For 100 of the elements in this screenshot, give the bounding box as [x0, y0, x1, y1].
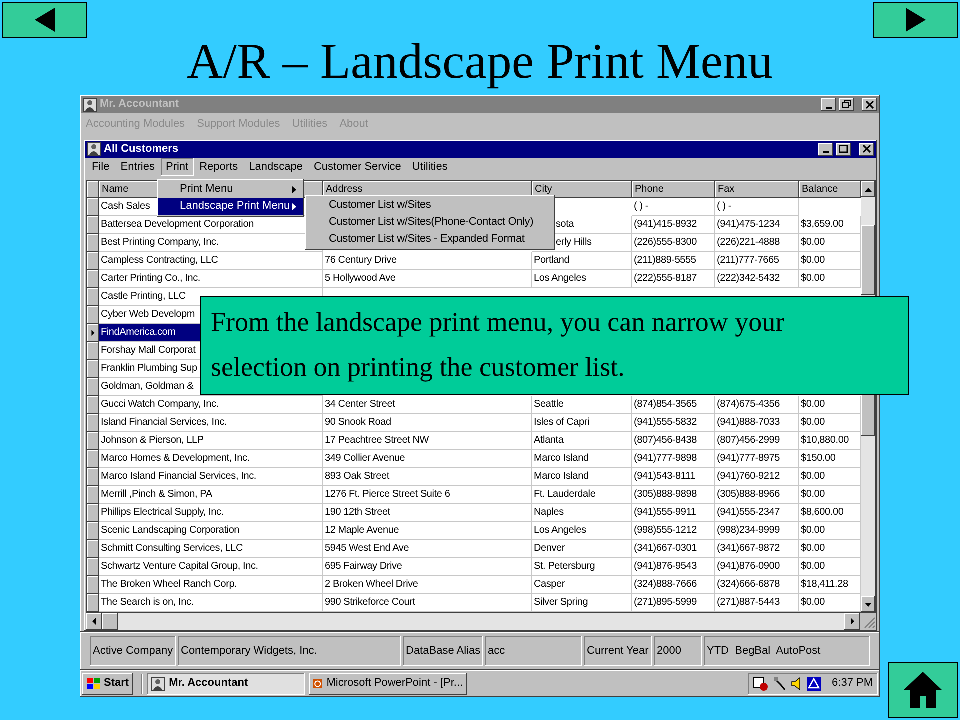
menu-item[interactable]: Utilities — [407, 158, 453, 176]
table-cell: St. Petersburg — [532, 558, 632, 576]
table-cell: (226)555-8300 — [632, 234, 715, 252]
table-cell: The Search is on, Inc. — [99, 594, 323, 612]
table-cell: Los Angeles — [532, 522, 632, 540]
table-cell: (305)888-8966 — [715, 486, 799, 504]
table-cell: 12 Maple Avenue — [323, 522, 532, 540]
column-header[interactable]: Balance — [799, 181, 861, 198]
table-cell: (271)887-5443 — [715, 594, 799, 612]
status-panel: DataBase Alias — [403, 636, 483, 666]
table-cell: $0.00 — [799, 252, 861, 270]
table-cell: (941)888-7033 — [715, 414, 799, 432]
table-cell: ( ) - — [715, 198, 799, 216]
table-cell: (941)760-9212 — [715, 468, 799, 486]
table-cell: Los Angeles — [532, 270, 632, 288]
table-cell: Marco Island Financial Services, Inc. — [99, 468, 323, 486]
table-cell: $18,411.28 — [799, 576, 861, 594]
status-panel: Current Year — [584, 636, 652, 666]
start-button[interactable]: Start — [82, 672, 134, 694]
table-cell: (271)895-5999 — [632, 594, 715, 612]
menu-item[interactable]: Entries — [116, 158, 160, 176]
table-cell: (222)342-5432 — [715, 270, 799, 288]
table-cell: 190 12th Street — [323, 504, 532, 522]
menu-item[interactable]: Customer Service — [308, 158, 406, 176]
table-cell: (941)876-9543 — [632, 558, 715, 576]
menu-item[interactable]: Landscape — [244, 158, 308, 176]
callout-tooltip: From the landscape print menu, you can narrow your selection on printing the customer list. — [200, 296, 909, 395]
table-cell: $0.00 — [799, 468, 861, 486]
table-cell: (998)555-1212 — [632, 522, 715, 540]
table-cell: $0.00 — [799, 270, 861, 288]
table-cell: $3,659.00 — [799, 216, 861, 234]
table-cell: Phillips Electrical Supply, Inc. — [99, 504, 323, 522]
table-cell: (874)854-3565 — [632, 396, 715, 414]
taskbar-button[interactable]: Mr. Accountant — [147, 672, 306, 694]
column-header[interactable]: Phone — [632, 181, 715, 198]
table-cell: (341)667-0301 — [632, 540, 715, 558]
table-cell: $0.00 — [799, 486, 861, 504]
table-cell: $150.00 — [799, 450, 861, 468]
table-cell: (324)888-7666 — [632, 576, 715, 594]
status-panel: acc — [485, 636, 582, 666]
table-cell: (941)555-9911 — [632, 504, 715, 522]
table-cell: 990 Strikeforce Court — [323, 594, 532, 612]
table-cell: (941)876-0900 — [715, 558, 799, 576]
table-cell: Seattle — [532, 396, 632, 414]
table-cell: $0.00 — [799, 540, 861, 558]
table-cell: 90 Snook Road — [323, 414, 532, 432]
status-panel: Contemporary Widgets, Inc. — [178, 636, 401, 666]
table-cell: 5 Hollywood Ave — [323, 270, 532, 288]
table-cell: (941)475-1234 — [715, 216, 799, 234]
status-panel: YTD BegBal AutoPost — [704, 636, 870, 666]
table-cell: 2 Broken Wheel Drive — [323, 576, 532, 594]
table-cell: Marco Island — [532, 450, 632, 468]
table-cell: 349 Collier Avenue — [323, 450, 532, 468]
status-panel: 2000 — [654, 636, 702, 666]
table-cell: Isles of Capri — [532, 414, 632, 432]
table-cell: 1276 Ft. Pierce Street Suite 6 — [323, 486, 532, 504]
table-cell: Marco Homes & Development, Inc. — [99, 450, 323, 468]
table-cell: (211)777-7665 — [715, 252, 799, 270]
table-cell: 5945 West End Ave — [323, 540, 532, 558]
column-header[interactable]: City — [532, 181, 632, 198]
table-cell: (341)667-9872 — [715, 540, 799, 558]
table-cell: Denver — [532, 540, 632, 558]
dropdown-item[interactable]: Landscape Print Menu — [158, 198, 303, 215]
menu-item[interactable]: Print — [160, 158, 194, 176]
table-cell: (324)666-6878 — [715, 576, 799, 594]
table-cell: (807)456-2999 — [715, 432, 799, 450]
table-cell: (941)777-9898 — [632, 450, 715, 468]
table-cell: 34 Center Street — [323, 396, 532, 414]
menu-item[interactable]: File — [87, 158, 115, 176]
menu-item[interactable]: Reports — [194, 158, 244, 176]
table-cell: 695 Fairway Drive — [323, 558, 532, 576]
table-cell: 893 Oak Street — [323, 468, 532, 486]
table-cell: $0.00 — [799, 522, 861, 540]
table-cell: (874)675-4356 — [715, 396, 799, 414]
table-cell: Carter Printing Co., Inc. — [99, 270, 323, 288]
status-panel: Active Company — [90, 636, 176, 666]
table-cell: (305)888-9898 — [632, 486, 715, 504]
table-cell: Portland — [532, 252, 632, 270]
table-cell: (222)555-8187 — [632, 270, 715, 288]
taskbar-button[interactable]: Microsoft PowerPoint - [Pr... — [309, 672, 468, 694]
table-cell: $10,880.00 — [799, 432, 861, 450]
table-cell: (998)234-9999 — [715, 522, 799, 540]
table-cell: ( ) - — [632, 198, 715, 216]
table-cell: Scenic Landscaping Corporation — [99, 522, 323, 540]
table-cell: (941)415-8932 — [632, 216, 715, 234]
window-title: Mr. Accountant — [100, 97, 180, 112]
table-cell: Marco Island — [532, 468, 632, 486]
table-cell: $0.00 — [799, 234, 861, 252]
clock: 6:37 PM — [832, 676, 873, 692]
table-cell: The Broken Wheel Ranch Corp. — [99, 576, 323, 594]
table-cell: (211)889-5555 — [632, 252, 715, 270]
table-cell: (941)777-8975 — [715, 450, 799, 468]
table-cell: (941)555-2347 — [715, 504, 799, 522]
dropdown-item[interactable]: Print Menu — [158, 181, 303, 198]
table-cell: Schmitt Consulting Services, LLC — [99, 540, 323, 558]
slide-title: A/R – Landscape Print Menu — [186, 34, 773, 91]
table-cell: $0.00 — [799, 594, 861, 612]
table-cell: $0.00 — [799, 414, 861, 432]
table-cell: (226)221-4888 — [715, 234, 799, 252]
column-header[interactable]: Fax — [715, 181, 799, 198]
